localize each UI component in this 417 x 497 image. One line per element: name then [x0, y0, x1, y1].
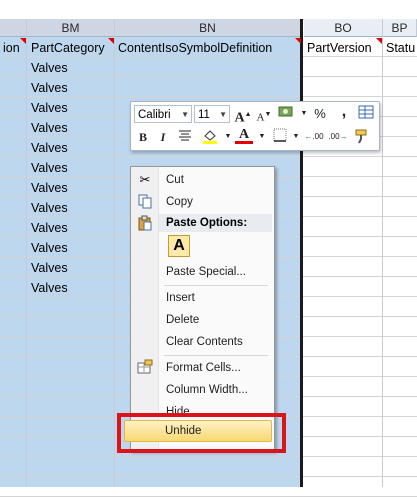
cell-bm-value[interactable]: Valves: [28, 278, 114, 298]
paint-bucket-icon: [203, 130, 217, 144]
increase-decimal-button[interactable]: ←.00: [303, 128, 325, 146]
shrink-font-button[interactable]: A▼: [255, 105, 273, 124]
menu-item-insert[interactable]: Insert: [166, 288, 195, 308]
align-center-icon: [179, 130, 191, 141]
percent-style-button[interactable]: %: [311, 105, 329, 123]
borders-icon: [273, 128, 287, 142]
center-align-button[interactable]: [176, 128, 194, 146]
header-cell-bo[interactable]: PartVersion: [304, 38, 383, 58]
accounting-format-button[interactable]: [277, 105, 295, 123]
cell-bm-value[interactable]: Valves: [28, 198, 114, 218]
menu-item-delete[interactable]: Delete: [166, 310, 199, 330]
accounting-icon: [278, 106, 293, 117]
menu-item-cut[interactable]: Cut: [166, 170, 184, 190]
gridline: [114, 19, 115, 487]
comment-indicator: [376, 38, 382, 44]
menu-item-format-cells[interactable]: Format Cells...: [166, 358, 241, 378]
column-header-bo[interactable]: BO: [304, 19, 383, 37]
clipboard-icon: [136, 215, 154, 233]
menu-item-copy[interactable]: Copy: [166, 192, 193, 212]
header-cell-bn[interactable]: ContentIsoSymbolDefinition: [115, 38, 301, 58]
paste-options-header: Paste Options:: [159, 214, 272, 232]
format-painter-table-button[interactable]: [357, 105, 375, 123]
cell-bm-value[interactable]: Valves: [28, 78, 114, 98]
comment-indicator: [108, 38, 114, 44]
table-icon: [358, 105, 374, 119]
grow-font-button[interactable]: A▲: [234, 105, 252, 126]
cell-bm-value[interactable]: Valves: [28, 138, 114, 158]
format-cells-icon: [136, 359, 154, 377]
column-header-bn[interactable]: BN: [115, 19, 301, 37]
cell-bm-value[interactable]: Valves: [28, 58, 114, 78]
top-strip: [0, 0, 417, 20]
bold-button[interactable]: B: [134, 128, 152, 146]
gridline: [26, 19, 27, 487]
header-cell-bm[interactable]: PartCategory: [28, 38, 115, 58]
scissors-icon: ✂: [139, 172, 151, 187]
column-header-bp[interactable]: BP: [383, 19, 417, 37]
hidden-columns-divider: [300, 19, 303, 487]
paintbrush-icon: [355, 129, 367, 144]
cell-bm-value[interactable]: Valves: [28, 218, 114, 238]
comma-style-button[interactable]: ,: [335, 103, 353, 121]
font-color-button[interactable]: A: [235, 126, 253, 144]
context-menu: ✂ Cut Copy Paste Options: A Paste Specia…: [130, 166, 275, 451]
column-header-bm[interactable]: BM: [27, 19, 115, 37]
chevron-down-icon: ▼: [181, 110, 189, 119]
menu-separator: [164, 285, 268, 286]
table-row: [0, 477, 417, 497]
column-header-bl[interactable]: [0, 19, 27, 37]
menu-separator: [164, 355, 268, 356]
italic-button[interactable]: I: [154, 128, 172, 146]
gridline: [382, 19, 383, 487]
paste-option-keep-text-button[interactable]: A: [168, 235, 190, 257]
header-cell-bp[interactable]: Statu: [383, 38, 417, 58]
menu-item-paste-special[interactable]: Paste Special...: [166, 262, 246, 282]
cell-bm-value[interactable]: Valves: [28, 238, 114, 258]
menu-item-clear-contents[interactable]: Clear Contents: [166, 332, 243, 352]
cell-bm-value[interactable]: Valves: [28, 98, 114, 118]
mini-toolbar: Calibri ▼ 11 ▼ A▲ A▼ ▼ % , B I ▼ A ▼ ▼ ←.0…: [130, 101, 380, 151]
cell-bm-value[interactable]: Valves: [28, 178, 114, 198]
fill-color-button[interactable]: [201, 128, 219, 146]
table-row: [0, 457, 417, 477]
decrease-decimal-button[interactable]: .00→: [327, 128, 349, 146]
chevron-down-icon: ▼: [219, 110, 227, 119]
menu-item-column-width[interactable]: Column Width...: [166, 380, 248, 400]
copy-icon: [136, 193, 154, 211]
comment-indicator: [20, 38, 26, 44]
chevron-down-icon[interactable]: ▼: [253, 128, 271, 146]
font-size-combo[interactable]: 11 ▼: [194, 105, 230, 123]
cell-bm-value[interactable]: Valves: [28, 118, 114, 138]
comment-indicator: [295, 38, 301, 44]
cell-bm-value[interactable]: Valves: [28, 258, 114, 278]
font-name-combo[interactable]: Calibri ▼: [134, 105, 192, 123]
format-painter-button[interactable]: [353, 128, 371, 146]
callout-highlight-box: [117, 413, 286, 453]
cell-bm-value[interactable]: Valves: [28, 158, 114, 178]
